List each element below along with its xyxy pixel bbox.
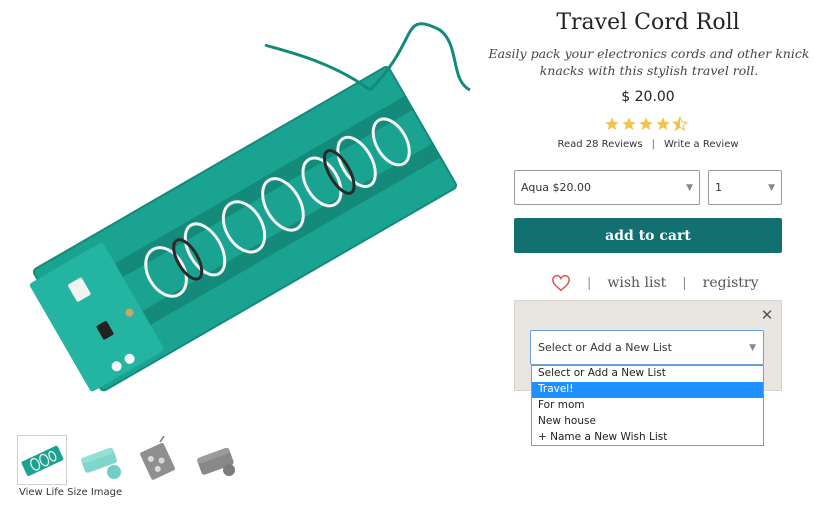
- star-icon: [622, 117, 636, 130]
- review-separator: |: [651, 139, 655, 150]
- star-icon: [639, 117, 653, 130]
- chevron-down-icon: ▼: [768, 182, 775, 193]
- thumbnail-4[interactable]: [192, 436, 240, 484]
- write-review-link[interactable]: Write a Review: [664, 139, 739, 150]
- new-wish-list-option[interactable]: + Name a New Wish List: [532, 430, 763, 446]
- variant-select-value: Aqua $20.00: [521, 181, 592, 194]
- close-icon[interactable]: ✕: [759, 307, 775, 323]
- thumbnail-1[interactable]: [17, 435, 67, 485]
- heart-icon[interactable]: [551, 274, 571, 292]
- chevron-down-icon: ▼: [686, 182, 693, 193]
- registry-link[interactable]: registry: [703, 275, 759, 291]
- product-subtitle: Easily pack your electronics cords and o…: [488, 46, 810, 78]
- wish-list-select[interactable]: Select or Add a New List ▼: [530, 330, 764, 365]
- wish-list-option[interactable]: Select or Add a New List: [532, 366, 763, 382]
- wish-list-option-selected[interactable]: Travel!: [532, 382, 763, 398]
- quantity-select-value: 1: [715, 181, 722, 194]
- wish-list-option[interactable]: New house: [532, 414, 763, 430]
- thumbnail-strip: [17, 435, 240, 485]
- thumbnail-3[interactable]: [134, 436, 182, 484]
- thumbnail-2[interactable]: [76, 436, 124, 484]
- quantity-select[interactable]: 1 ▼: [708, 170, 782, 205]
- wish-list-option[interactable]: For mom: [532, 398, 763, 414]
- wish-divider: |: [682, 275, 687, 291]
- wish-list-select-value: Select or Add a New List: [538, 341, 672, 354]
- add-to-cart-button[interactable]: add to cart: [514, 218, 782, 253]
- star-half-icon: [672, 116, 688, 132]
- star-icon: [656, 117, 670, 130]
- rating-stars: [604, 116, 688, 132]
- read-reviews-link[interactable]: Read 28 Reviews: [557, 139, 642, 150]
- product-main-image: [29, 22, 471, 392]
- wish-list-dropdown: Select or Add a New List Travel! For mom…: [531, 365, 764, 446]
- variant-select[interactable]: Aqua $20.00 ▼: [514, 170, 700, 205]
- star-icon: [605, 117, 619, 130]
- review-links: Read 28 Reviews | Write a Review: [500, 139, 796, 150]
- chevron-down-icon: ▼: [749, 342, 756, 353]
- wish-list-row: | wish list | registry: [551, 274, 759, 292]
- wish-divider: |: [587, 275, 592, 291]
- view-life-size-link[interactable]: View Life Size Image: [19, 487, 122, 498]
- wish-list-link[interactable]: wish list: [607, 275, 666, 291]
- product-price: $ 20.00: [621, 89, 675, 105]
- product-title: Travel Cord Roll: [556, 10, 740, 35]
